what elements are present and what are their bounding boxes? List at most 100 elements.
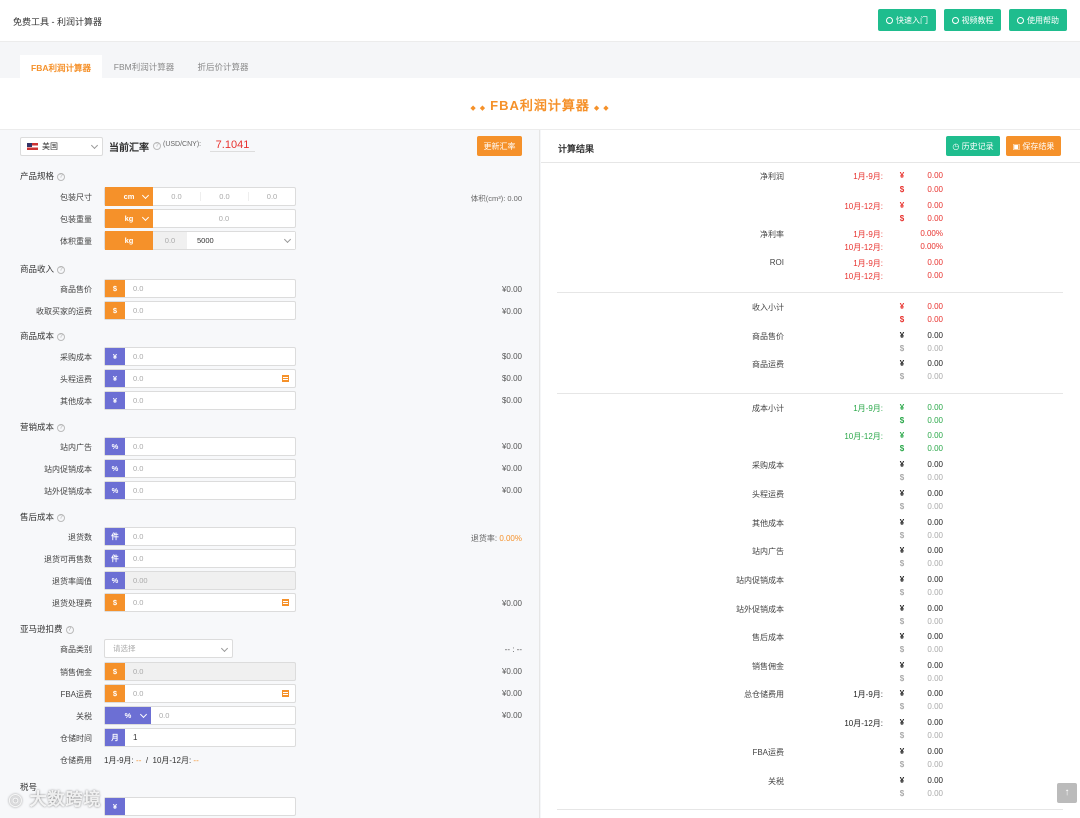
first-leg-input[interactable]: ¥0.0 (104, 369, 296, 388)
results-panel: 计算结果 ◷ 历史记录 ▣ 保存结果 净利润 1月-9月: ¥ 0.00 $ 0… (541, 130, 1080, 818)
buyer-shipping-input[interactable]: $0.0 (104, 301, 296, 320)
currency-prefix: ¥ (105, 348, 125, 365)
roi-label: ROI (769, 258, 784, 267)
size-unit-select[interactable]: cm (105, 187, 153, 206)
income-subtotal-value: 0.00 (927, 315, 943, 324)
price-input[interactable]: $0.0 (104, 279, 296, 298)
section-income: 商品收入? (20, 263, 66, 275)
result-value: 0.00 (927, 575, 943, 584)
placeholder: 0.0 (133, 396, 144, 405)
result-value: 0.00 (927, 344, 943, 353)
buyer-shipping-converted: ¥0.00 (501, 307, 522, 316)
offsite-promo-converted: ¥0.00 (501, 486, 522, 495)
return-fee-converted: ¥0.00 (501, 599, 522, 608)
placeholder: 0.0 (133, 667, 144, 676)
section-cost: 商品成本? (20, 330, 66, 342)
returns-input[interactable]: 件 0.0 (104, 527, 296, 546)
placeholder: 0.0 (133, 306, 144, 315)
currency-prefix: $ (105, 594, 125, 611)
buyer-shipping-label: 收取买家的运费 (36, 307, 92, 316)
purchase-cost-input[interactable]: ¥0.0 (104, 347, 296, 366)
section-marketing: 营销成本? (20, 421, 66, 433)
divider (557, 292, 1063, 293)
weight-value[interactable]: 0.0 (153, 214, 295, 223)
result-value: 0.00 (927, 674, 943, 683)
placeholder: 0.0 (133, 464, 144, 473)
diamond-icon: ◆ ◆ (470, 105, 487, 112)
unit-prefix: 件 (105, 528, 125, 545)
cost-subtotal-label: 成本小计 (752, 404, 784, 413)
percent-prefix: % (105, 460, 125, 477)
result-value: 0.00 (927, 489, 943, 498)
income-subtotal-label: 收入小计 (752, 303, 784, 312)
calculator-icon[interactable] (282, 690, 289, 697)
quick-start-button[interactable]: 快速入门 (878, 9, 936, 31)
net-profit-label: 净利润 (760, 172, 784, 181)
return-threshold-label: 退货率阈值 (52, 577, 92, 586)
tab-discount[interactable]: 折后价计算器 (186, 55, 260, 78)
category-select[interactable]: 请选择 (104, 639, 233, 658)
calculator-icon[interactable] (282, 599, 289, 606)
placeholder: 请选择 (113, 644, 136, 653)
currency-prefix: $ (105, 685, 125, 702)
save-result-button[interactable]: ▣ 保存结果 (1006, 136, 1061, 156)
placeholder: 0.0 (133, 554, 144, 563)
month-prefix: 月 (105, 729, 125, 746)
help-button[interactable]: 使用帮助 (1009, 9, 1067, 31)
result-price-label: 商品售价 (752, 332, 784, 341)
first-leg-converted: $0.00 (501, 374, 522, 383)
section-after-sales: 售后成本? (20, 511, 66, 523)
placeholder: 0.0 (133, 486, 144, 495)
chevron-down-icon (141, 213, 150, 222)
rate-value[interactable]: 7.1041 (210, 139, 255, 152)
income-subtotal-value: 0.00 (927, 302, 943, 311)
calculator-icon[interactable] (282, 375, 289, 382)
height-input[interactable]: 0.0 (249, 192, 295, 201)
unit-prefix: 件 (105, 550, 125, 567)
update-rate-button[interactable]: 更新汇率 (477, 136, 522, 156)
other-cost-input[interactable]: ¥0.0 (104, 391, 296, 410)
tab-fbm[interactable]: FBM利润计算器 (104, 55, 184, 78)
fba-fee-input[interactable]: $0.0 (104, 684, 296, 703)
result-item-label: 销售佣金 (752, 662, 784, 671)
currency-prefix: $ (105, 280, 125, 297)
video-icon (951, 16, 959, 24)
clock-icon: ◷ (952, 141, 962, 151)
vol-weight-input: kg 0.0 5000 (104, 231, 296, 250)
tariff-converted: ¥0.00 (501, 711, 522, 720)
tariff-unit-select[interactable]: % (105, 707, 151, 724)
result-value: 0.00 (927, 789, 943, 798)
weight-unit-select[interactable]: kg (105, 209, 153, 228)
tab-fba[interactable]: FBA利润计算器 (20, 55, 102, 78)
placeholder: 0.0 (133, 598, 144, 607)
return-fee-input[interactable]: $0.0 (104, 593, 296, 612)
history-button[interactable]: ◷ 历史记录 (946, 136, 1000, 156)
category-value: -- : -- (504, 645, 522, 654)
video-tutorial-button[interactable]: 视频教程 (944, 9, 1001, 31)
period-label: 10月-12月: (844, 719, 883, 728)
result-item-label: 其他成本 (752, 519, 784, 528)
onsite-promo-input[interactable]: % 0.0 (104, 459, 296, 478)
result-item-label: 站内广告 (752, 547, 784, 556)
logo-icon: ◎ (8, 790, 30, 809)
currency-prefix: $ (105, 302, 125, 319)
ads-input[interactable]: % 0.0 (104, 437, 296, 456)
resellable-input[interactable]: 件 0.0 (104, 549, 296, 568)
length-input[interactable]: 0.0 (153, 192, 201, 201)
tariff-input[interactable]: % 0.0 (104, 706, 296, 725)
cost-subtotal-value: 0.00 (927, 431, 943, 440)
fba-fee-label: FBA运费 (60, 690, 92, 699)
scroll-top-button[interactable]: ↑ (1057, 783, 1077, 803)
placeholder: 0.0 (133, 352, 144, 361)
divisor-select[interactable]: 5000 (187, 232, 295, 249)
storage-time-input[interactable]: 月1 (104, 728, 296, 747)
commission-label: 销售佣金 (60, 668, 92, 677)
storage-time-value: 1 (133, 733, 138, 742)
country-select[interactable]: 美国 (20, 137, 103, 156)
offsite-promo-input[interactable]: % 0.0 (104, 481, 296, 500)
result-value: 0.00 (927, 546, 943, 555)
result-value: 0.00 (927, 632, 943, 641)
net-profit-value: 0.00 (927, 185, 943, 194)
tax-input[interactable]: ¥ (104, 797, 296, 816)
width-input[interactable]: 0.0 (201, 192, 249, 201)
